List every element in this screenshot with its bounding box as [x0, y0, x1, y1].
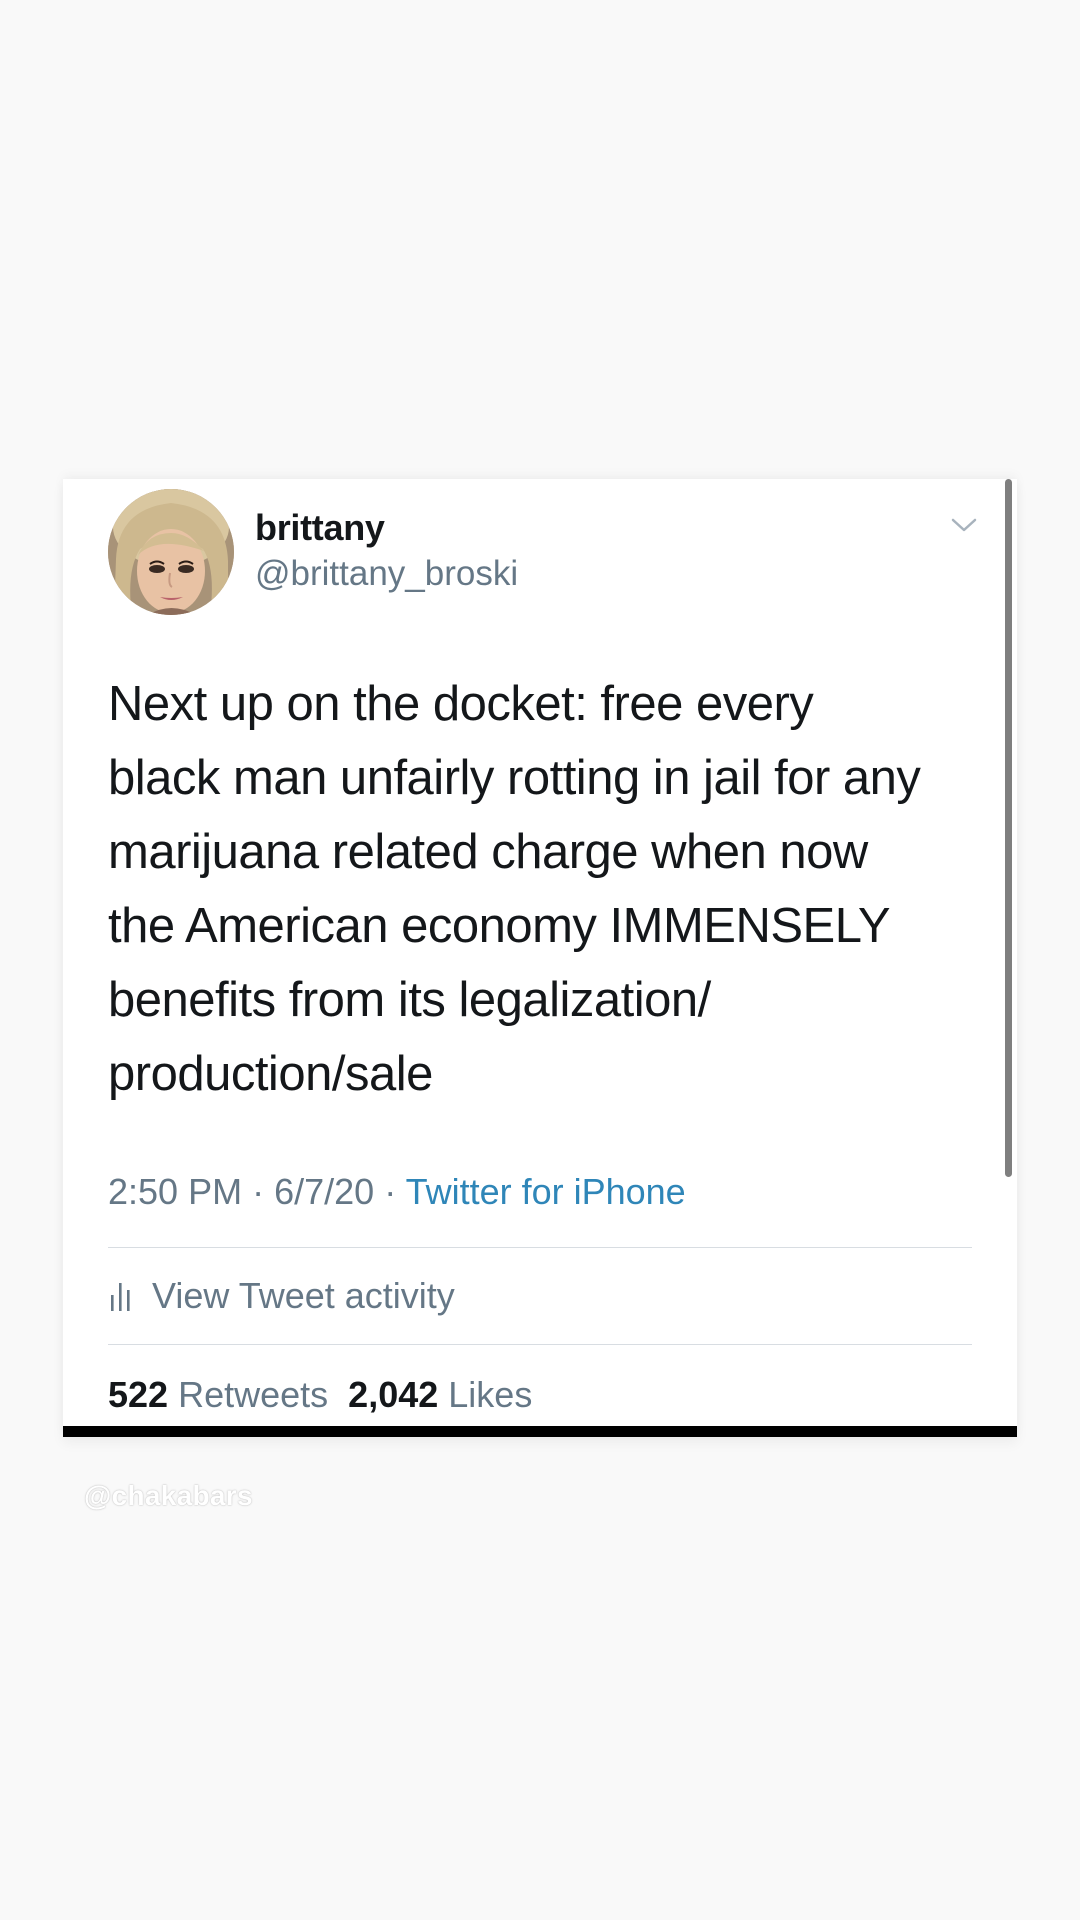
watermark: @chakabars — [84, 1480, 253, 1511]
avatar[interactable] — [108, 489, 234, 615]
tweet-date: 6/7/20 — [274, 1171, 375, 1212]
retweets-label: Retweets — [178, 1374, 329, 1415]
likes-stat[interactable]: 2,042 Likes — [348, 1374, 532, 1415]
retweets-stat[interactable]: 522 Retweets — [108, 1374, 328, 1415]
tweet-stats: 522 Retweets 2,042 Likes — [108, 1374, 532, 1416]
tweet-time: 2:50 PM — [108, 1171, 243, 1212]
divider — [108, 1247, 972, 1248]
tweet-source-link[interactable]: Twitter for iPhone — [406, 1171, 686, 1212]
likes-count: 2,042 — [348, 1374, 439, 1415]
retweets-count: 522 — [108, 1374, 169, 1415]
username-handle[interactable]: @brittany_broski — [255, 554, 518, 594]
tweet-text: Next up on the docket: free every black … — [108, 677, 921, 1101]
bottom-bar — [63, 1426, 1017, 1437]
likes-label: Likes — [448, 1374, 533, 1415]
divider — [108, 1344, 972, 1345]
view-tweet-activity-label: View Tweet activity — [152, 1275, 455, 1316]
view-tweet-activity-button[interactable]: View Tweet activity — [108, 1275, 455, 1317]
profile-photo-icon — [108, 489, 234, 615]
scroll-indicator[interactable] — [1005, 479, 1012, 1177]
display-name[interactable]: brittany — [255, 507, 385, 549]
bar-chart-icon — [111, 1283, 130, 1311]
tweet-card: brittany @brittany_broski Next up on the… — [63, 479, 1017, 1437]
tweet-meta: 2:50 PM · 6/7/20 · Twitter for iPhone — [108, 1171, 686, 1213]
meta-separator: · — [384, 1171, 397, 1212]
meta-separator: · — [252, 1171, 265, 1212]
chevron-down-icon[interactable] — [949, 513, 979, 537]
